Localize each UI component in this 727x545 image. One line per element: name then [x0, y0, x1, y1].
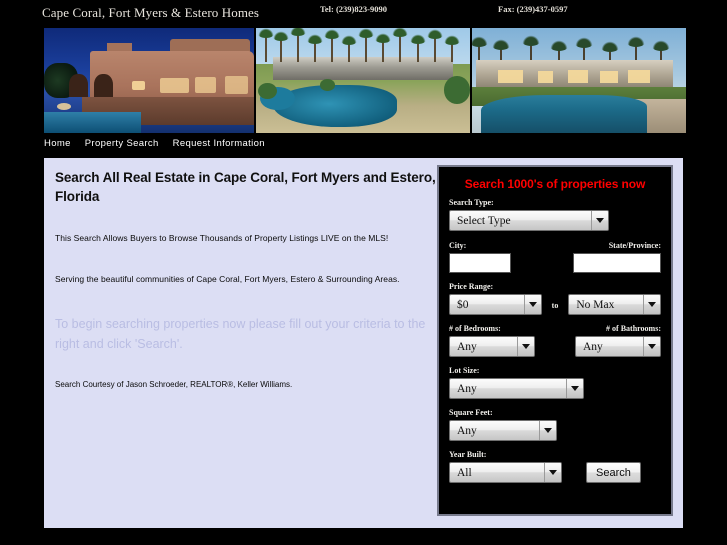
chevron-down-icon: [643, 337, 660, 356]
lot-size-select[interactable]: Any: [449, 378, 584, 399]
content-panel: Search All Real Estate in Cape Coral, Fo…: [44, 158, 683, 528]
price-max-value: No Max: [576, 298, 615, 311]
price-range-label: Price Range:: [449, 282, 494, 291]
search-type-value: Select Type: [457, 214, 511, 227]
bathrooms-group: # of Bathrooms: Any: [575, 324, 661, 357]
square-feet-label: Square Feet:: [449, 408, 493, 417]
page-root: Cape Coral, Fort Myers & Estero Homes Te…: [0, 0, 727, 545]
square-feet-value: Any: [457, 424, 477, 437]
search-submit-button[interactable]: Search: [586, 462, 641, 483]
chevron-down-icon: [566, 379, 583, 398]
state-input[interactable]: [573, 253, 661, 273]
city-label: City:: [449, 241, 467, 250]
search-courtesy-credit: Search Courtesy of Jason Schroeder, REAL…: [55, 380, 293, 389]
search-instruction-callout: To begin searching properties now please…: [55, 317, 426, 351]
bedrooms-value: Any: [457, 340, 477, 353]
city-state-row: City: State/Province:: [449, 241, 661, 273]
chevron-down-icon: [523, 295, 541, 314]
chevron-down-icon: [517, 337, 534, 356]
bed-bath-row: # of Bedrooms: Any # of Bathrooms: Any: [449, 324, 661, 357]
main-navigation: Home Property Search Request Information: [44, 138, 265, 149]
search-panel-title: Search 1000's of properties now: [464, 177, 646, 191]
city-input[interactable]: [449, 253, 511, 273]
price-range-separator: to: [551, 301, 559, 310]
bedrooms-select[interactable]: Any: [449, 336, 535, 357]
year-built-label: Year Built:: [449, 450, 487, 459]
lot-size-label: Lot Size:: [449, 366, 480, 375]
bathrooms-label: # of Bathrooms:: [606, 324, 661, 333]
state-label: State/Province:: [608, 241, 661, 250]
square-feet-select[interactable]: Any: [449, 420, 557, 441]
bathrooms-value: Any: [583, 340, 603, 353]
banner-photo-strip: [44, 28, 686, 133]
price-max-select[interactable]: No Max: [568, 294, 661, 315]
intro-column: Search All Real Estate in Cape Coral, Fo…: [55, 168, 440, 389]
chevron-down-icon: [544, 463, 561, 482]
header-fax: Fax: (239)437-0597: [498, 4, 568, 14]
nav-item-request-information[interactable]: Request Information: [173, 138, 265, 149]
chevron-down-icon: [539, 421, 556, 440]
page-title: Search All Real Estate in Cape Coral, Fo…: [55, 170, 436, 204]
state-group: State/Province:: [573, 241, 661, 273]
nav-item-home[interactable]: Home: [44, 138, 71, 149]
intro-line-communities: Serving the beautiful communities of Cap…: [55, 274, 400, 284]
price-min-value: $0: [457, 298, 469, 311]
year-built-select[interactable]: All: [449, 462, 562, 483]
search-type-label: Search Type:: [449, 198, 494, 207]
header-telephone: Tel: (239)823-9090: [320, 4, 387, 14]
year-built-row: All Search: [449, 462, 661, 483]
chevron-down-icon: [591, 211, 608, 230]
nav-item-property-search[interactable]: Property Search: [85, 138, 159, 149]
bedrooms-group: # of Bedrooms: Any: [449, 324, 535, 357]
intro-line-mls: This Search Allows Buyers to Browse Thou…: [55, 233, 389, 243]
bedrooms-label: # of Bedrooms:: [449, 324, 501, 333]
city-group: City:: [449, 241, 511, 273]
banner-photo-adobe-home: [44, 28, 254, 133]
year-built-value: All: [457, 466, 472, 479]
site-title: Cape Coral, Fort Myers & Estero Homes: [42, 5, 260, 20]
banner-photo-modern-estate: [472, 28, 686, 133]
price-range-row: $0 to No Max: [449, 294, 661, 315]
property-search-form: Search 1000's of properties now Search T…: [437, 165, 673, 516]
chevron-down-icon: [642, 295, 660, 314]
banner-photo-palm-estate: [256, 28, 470, 133]
lot-size-value: Any: [457, 382, 477, 395]
bathrooms-select[interactable]: Any: [575, 336, 661, 357]
search-type-select[interactable]: Select Type: [449, 210, 609, 231]
price-min-select[interactable]: $0: [449, 294, 542, 315]
